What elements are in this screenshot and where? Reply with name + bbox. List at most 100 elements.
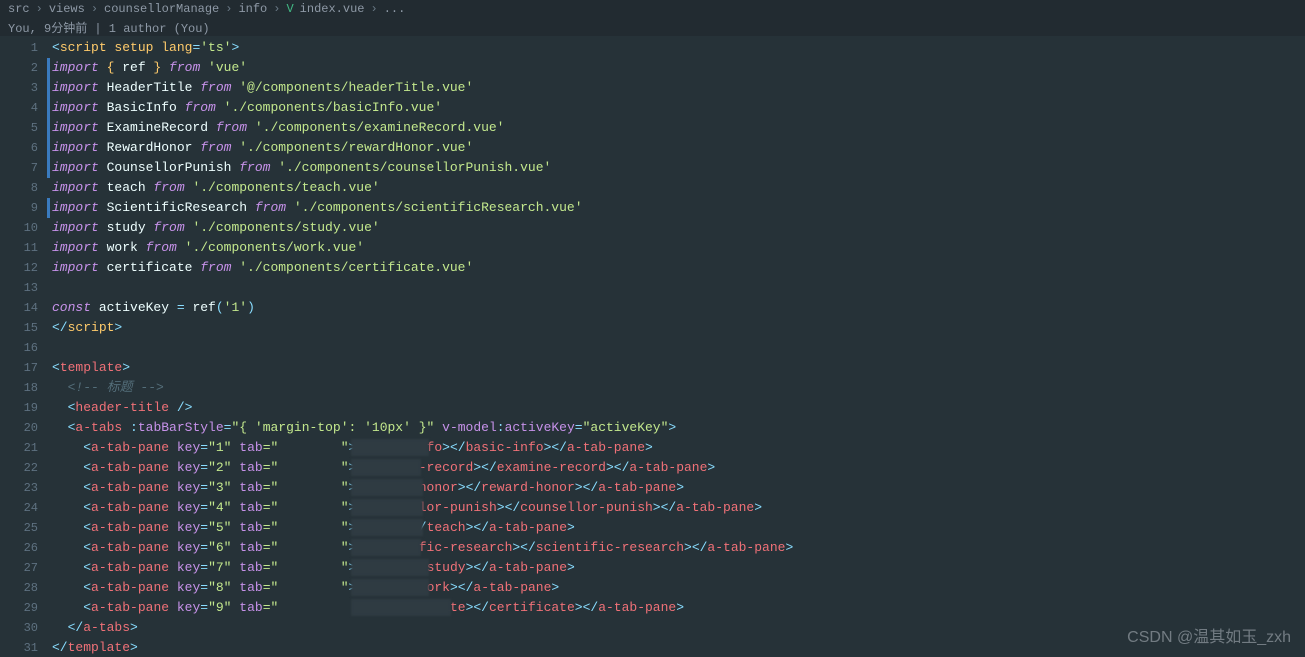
line-number[interactable]: 24: [0, 498, 46, 518]
line-number[interactable]: 2: [0, 58, 46, 78]
line-number[interactable]: 26: [0, 538, 46, 558]
vue-file-icon: V: [286, 2, 293, 16]
change-mark: [47, 138, 50, 158]
change-mark: [47, 118, 50, 138]
line-number-gutter[interactable]: 1234567891011121314151617181920212223242…: [0, 36, 46, 657]
code-line[interactable]: <template>: [52, 358, 1305, 378]
redacted-text: [351, 579, 429, 596]
change-mark: [47, 418, 50, 438]
code-line[interactable]: </script>: [52, 318, 1305, 338]
change-mark: [47, 198, 50, 218]
line-number[interactable]: 19: [0, 398, 46, 418]
chevron-right-icon: ›: [91, 2, 98, 16]
change-mark: [47, 78, 50, 98]
code-line[interactable]: import ScientificResearch from './compon…: [52, 198, 1305, 218]
code-line[interactable]: import teach from './components/teach.vu…: [52, 178, 1305, 198]
code-line[interactable]: <a-tab-pane key="5" tab=" "><teach></tea…: [52, 518, 1305, 538]
breadcrumb-part[interactable]: index.vue: [300, 2, 365, 16]
line-number[interactable]: 21: [0, 438, 46, 458]
line-number[interactable]: 8: [0, 178, 46, 198]
line-number[interactable]: 29: [0, 598, 46, 618]
change-mark: [47, 378, 50, 398]
code-line[interactable]: [52, 338, 1305, 358]
code-area[interactable]: <script setup lang='ts'>import { ref } f…: [52, 36, 1305, 657]
code-line[interactable]: <a-tab-pane key="1" tab=" "><basic-info>…: [52, 438, 1305, 458]
line-number[interactable]: 14: [0, 298, 46, 318]
change-mark: [47, 478, 50, 498]
line-number[interactable]: 5: [0, 118, 46, 138]
code-line[interactable]: </a-tabs>: [52, 618, 1305, 638]
line-number[interactable]: 15: [0, 318, 46, 338]
code-line[interactable]: <a-tab-pane key="8" tab=" "><work></work…: [52, 578, 1305, 598]
code-line[interactable]: <script setup lang='ts'>: [52, 38, 1305, 58]
breadcrumb-part[interactable]: views: [49, 2, 85, 16]
code-line[interactable]: <a-tabs :tabBarStyle="{ 'margin-top': '1…: [52, 418, 1305, 438]
breadcrumb-part[interactable]: src: [8, 2, 30, 16]
line-number[interactable]: 20: [0, 418, 46, 438]
line-number[interactable]: 17: [0, 358, 46, 378]
code-line[interactable]: import certificate from './components/ce…: [52, 258, 1305, 278]
change-mark: [47, 278, 50, 298]
line-number[interactable]: 11: [0, 238, 46, 258]
line-number[interactable]: 22: [0, 458, 46, 478]
code-line[interactable]: <a-tab-pane key="3" tab=" "><reward-hono…: [52, 478, 1305, 498]
change-mark: [47, 318, 50, 338]
line-number[interactable]: 7: [0, 158, 46, 178]
author-info-bar[interactable]: You, 9分钟前 | 1 author (You): [0, 18, 1305, 36]
chevron-right-icon: ›: [225, 2, 232, 16]
redacted-text: [351, 599, 451, 616]
code-line[interactable]: </template>: [52, 638, 1305, 657]
breadcrumb-part[interactable]: ...: [384, 2, 406, 16]
change-mark: [47, 558, 50, 578]
line-number[interactable]: 31: [0, 638, 46, 657]
redacted-text: [351, 559, 429, 576]
line-number[interactable]: 12: [0, 258, 46, 278]
line-number[interactable]: 9: [0, 198, 46, 218]
code-line[interactable]: <a-tab-pane key="4" tab=" "><counsellor-…: [52, 498, 1305, 518]
chevron-right-icon: ›: [273, 2, 280, 16]
code-line[interactable]: <a-tab-pane key="2" tab=" "><examine-rec…: [52, 458, 1305, 478]
line-number[interactable]: 27: [0, 558, 46, 578]
code-line[interactable]: <a-tab-pane key="9" tab=" "><certificate…: [52, 598, 1305, 618]
code-line[interactable]: <a-tab-pane key="7" tab=" "><study></stu…: [52, 558, 1305, 578]
line-number[interactable]: 13: [0, 278, 46, 298]
code-line[interactable]: [52, 278, 1305, 298]
change-mark: [47, 638, 50, 657]
change-mark: [47, 538, 50, 558]
code-line[interactable]: import ExamineRecord from './components/…: [52, 118, 1305, 138]
code-line[interactable]: import work from './components/work.vue': [52, 238, 1305, 258]
redacted-text: [351, 539, 421, 556]
change-mark: [47, 398, 50, 418]
line-number[interactable]: 23: [0, 478, 46, 498]
code-line[interactable]: const activeKey = ref('1'): [52, 298, 1305, 318]
line-number[interactable]: 1: [0, 38, 46, 58]
redacted-text: [351, 499, 423, 516]
line-number[interactable]: 28: [0, 578, 46, 598]
line-number[interactable]: 18: [0, 378, 46, 398]
breadcrumb[interactable]: src › views › counsellorManage › info › …: [0, 0, 1305, 18]
line-number[interactable]: 30: [0, 618, 46, 638]
code-line[interactable]: import BasicInfo from './components/basi…: [52, 98, 1305, 118]
change-mark: [47, 598, 50, 618]
code-line[interactable]: import { ref } from 'vue': [52, 58, 1305, 78]
code-editor[interactable]: 1234567891011121314151617181920212223242…: [0, 36, 1305, 657]
code-line[interactable]: import RewardHonor from './components/re…: [52, 138, 1305, 158]
code-line[interactable]: <!-- 标题 -->: [52, 378, 1305, 398]
breadcrumb-part[interactable]: info: [238, 2, 267, 16]
line-number[interactable]: 16: [0, 338, 46, 358]
line-number[interactable]: 10: [0, 218, 46, 238]
code-line[interactable]: import study from './components/study.vu…: [52, 218, 1305, 238]
code-line[interactable]: <a-tab-pane key="6" tab=" "><scientific-…: [52, 538, 1305, 558]
line-number[interactable]: 4: [0, 98, 46, 118]
change-mark: [47, 238, 50, 258]
line-number[interactable]: 25: [0, 518, 46, 538]
change-mark: [47, 578, 50, 598]
code-line[interactable]: import CounsellorPunish from './componen…: [52, 158, 1305, 178]
code-line[interactable]: <header-title />: [52, 398, 1305, 418]
code-line[interactable]: import HeaderTitle from '@/components/he…: [52, 78, 1305, 98]
change-mark: [47, 498, 50, 518]
line-number[interactable]: 3: [0, 78, 46, 98]
change-mark: [47, 358, 50, 378]
breadcrumb-part[interactable]: counsellorManage: [104, 2, 219, 16]
line-number[interactable]: 6: [0, 138, 46, 158]
